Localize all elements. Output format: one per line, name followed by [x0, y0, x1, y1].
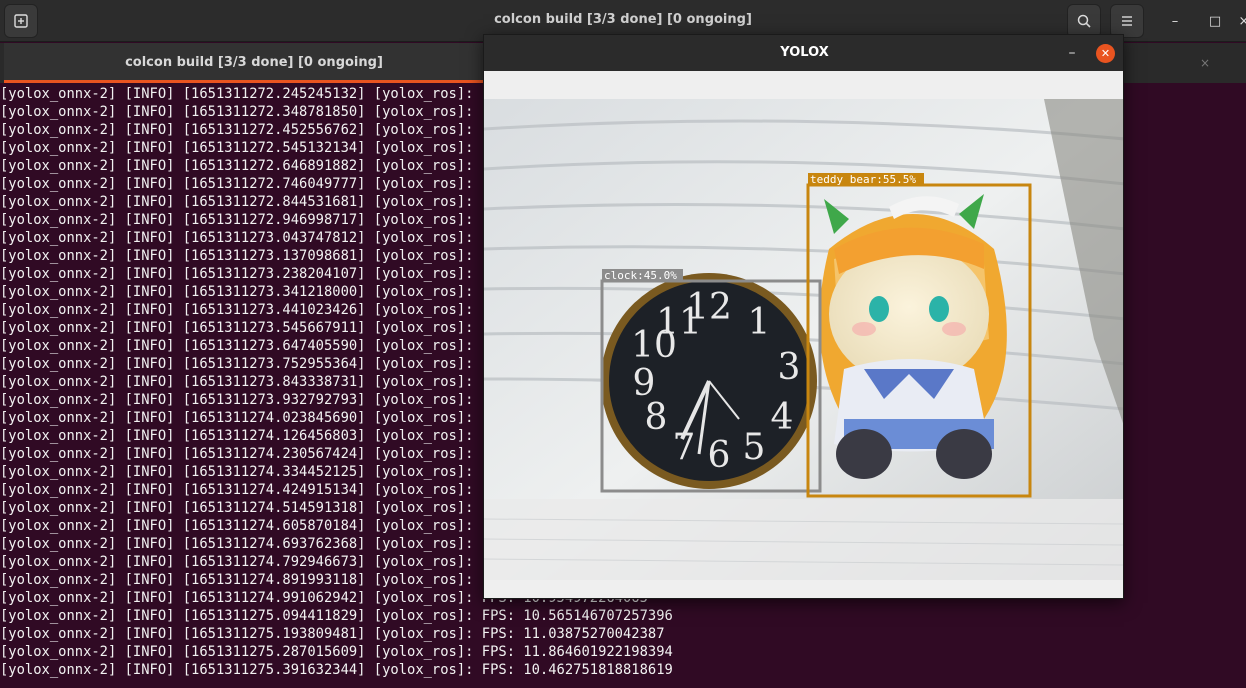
hamburger-menu-icon: [1122, 16, 1132, 26]
maximize-button[interactable]: □: [1202, 8, 1228, 34]
log-line: [yolox_onnx-2] [INFO] [1651311274.424915…: [0, 482, 565, 498]
log-line: [yolox_onnx-2] [INFO] [1651311272.844531…: [0, 194, 565, 210]
yolox-toolbar: [484, 71, 1123, 99]
detection-label: teddy bear:55.5%: [810, 173, 916, 186]
log-line: [yolox_onnx-2] [INFO] [1651311273.647405…: [0, 338, 557, 354]
search-icon: [1077, 14, 1091, 28]
log-line: [yolox_onnx-2] [INFO] [1651311273.137098…: [0, 248, 565, 264]
log-line: [yolox_onnx-2] [INFO] [1651311273.932792…: [0, 392, 565, 408]
tab-close-icon[interactable]: ×: [1196, 54, 1214, 72]
log-line: [yolox_onnx-2] [INFO] [1651311273.341218…: [0, 284, 557, 300]
log-line: [yolox_onnx-2] [INFO] [1651311275.094411…: [0, 608, 673, 624]
svg-text:3: 3: [778, 347, 801, 388]
log-line: [yolox_onnx-2] [INFO] [1651311272.646891…: [0, 158, 557, 174]
log-line: [yolox_onnx-2] [INFO] [1651311274.605870…: [0, 518, 565, 534]
yolox-minimize-button[interactable]: –: [1062, 43, 1082, 63]
log-line: [yolox_onnx-2] [INFO] [1651311274.792946…: [0, 554, 565, 570]
log-line: [yolox_onnx-2] [INFO] [1651311273.843338…: [0, 374, 565, 390]
log-line: [yolox_onnx-2] [INFO] [1651311274.126456…: [0, 428, 557, 444]
yolox-close-button[interactable]: ✕: [1096, 44, 1115, 63]
log-line: [yolox_onnx-2] [INFO] [1651311272.348781…: [0, 104, 557, 120]
log-line: [yolox_onnx-2] [INFO] [1651311275.287015…: [0, 644, 673, 660]
log-line: [yolox_onnx-2] [INFO] [1651311274.023845…: [0, 410, 565, 426]
log-line: [yolox_onnx-2] [INFO] [1651311273.545667…: [0, 320, 557, 336]
clock-object: 12 1 3 11 10 9 8 7 6 5 4: [601, 273, 817, 489]
log-line: [yolox_onnx-2] [INFO] [1651311274.514591…: [0, 500, 565, 516]
yolox-titlebar: YOLOX – ✕: [484, 35, 1123, 71]
log-line: [yolox_onnx-2] [INFO] [1651311273.043747…: [0, 230, 565, 246]
svg-text:10: 10: [631, 325, 677, 366]
log-line: [yolox_onnx-2] [INFO] [1651311274.230567…: [0, 446, 557, 462]
log-line: [yolox_onnx-2] [INFO] [1651311275.391632…: [0, 662, 673, 678]
log-line: [yolox_onnx-2] [INFO] [1651311272.545132…: [0, 140, 565, 156]
close-button[interactable]: ×: [1231, 8, 1246, 34]
svg-text:1: 1: [748, 302, 771, 343]
new-tab-icon: [14, 14, 28, 28]
log-line: [yolox_onnx-2] [INFO] [1651311274.693762…: [0, 536, 565, 552]
log-line: [yolox_onnx-2] [INFO] [1651311273.752955…: [0, 356, 557, 372]
camera-frame: 12 1 3 11 10 9 8 7 6 5 4 clock:45.0%tedd…: [484, 99, 1123, 580]
yolox-statusbar: [484, 580, 1123, 598]
log-line: [yolox_onnx-2] [INFO] [1651311273.441023…: [0, 302, 565, 318]
yolox-window-title: YOLOX: [780, 45, 829, 60]
new-tab-button[interactable]: [4, 4, 38, 38]
log-line: [yolox_onnx-2] [INFO] [1651311272.746049…: [0, 176, 565, 192]
svg-text:8: 8: [645, 397, 668, 438]
log-line: [yolox_onnx-2] [INFO] [1651311274.891993…: [0, 572, 565, 588]
menu-button[interactable]: [1110, 4, 1144, 38]
log-line: [yolox_onnx-2] [INFO] [1651311272.452556…: [0, 122, 557, 138]
log-line: [yolox_onnx-2] [INFO] [1651311275.193809…: [0, 626, 665, 642]
log-line: [yolox_onnx-2] [INFO] [1651311273.238204…: [0, 266, 557, 282]
svg-text:5: 5: [743, 427, 766, 468]
detection-label: clock:45.0%: [604, 269, 677, 282]
yolox-window: YOLOX – ✕ 12 1 3 11 10 9 8 7 6 5 4 clock…: [483, 34, 1124, 599]
svg-text:6: 6: [708, 435, 731, 476]
log-line: [yolox_onnx-2] [INFO] [1651311272.245245…: [0, 86, 565, 102]
search-button[interactable]: [1067, 4, 1101, 38]
tab-colcon-build[interactable]: colcon build [3/3 done] [0 ongoing]: [4, 43, 504, 83]
svg-text:4: 4: [771, 397, 794, 438]
log-line: [yolox_onnx-2] [INFO] [1651311274.334452…: [0, 464, 557, 480]
minimize-button[interactable]: –: [1162, 8, 1188, 34]
log-line: [yolox_onnx-2] [INFO] [1651311272.946998…: [0, 212, 557, 228]
